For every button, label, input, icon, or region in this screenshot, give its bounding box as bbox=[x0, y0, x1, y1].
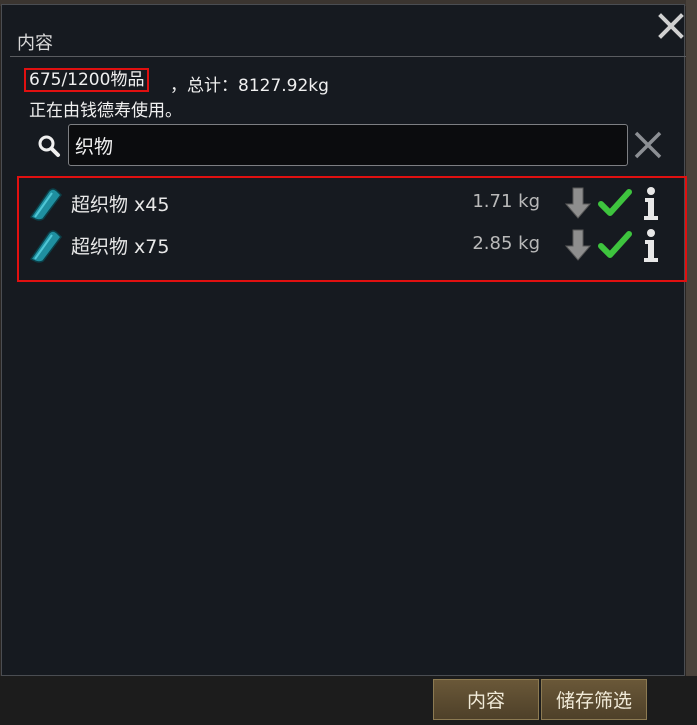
contents-window: 内容 675/1200物品 ，总计：8127.92kg 正在由钱德寿使用。 超织… bbox=[1, 4, 688, 676]
item-label: 超织物 x75 bbox=[71, 236, 170, 258]
item-weight: 1.71 kg bbox=[472, 191, 540, 212]
title-divider bbox=[10, 56, 686, 57]
check-icon[interactable] bbox=[598, 187, 632, 219]
drop-arrow-icon[interactable] bbox=[565, 186, 591, 220]
storage-filter-button[interactable]: 储存筛选 bbox=[541, 679, 647, 720]
window-tab-title: 内容 bbox=[17, 33, 53, 54]
contents-tab-button[interactable]: 内容 bbox=[433, 679, 539, 720]
usage-status: 正在由钱德寿使用。 bbox=[29, 101, 182, 121]
search-icon bbox=[38, 135, 60, 157]
background-right bbox=[686, 0, 697, 725]
search-input[interactable] bbox=[68, 124, 628, 166]
capacity-count: 675/1200物品 bbox=[24, 68, 150, 92]
item-list: 超织物 x45 1.71 kg 超织物 x75 2.85 kg bbox=[17, 176, 687, 282]
info-icon[interactable] bbox=[639, 228, 663, 264]
drop-arrow-icon[interactable] bbox=[565, 228, 591, 262]
item-weight: 2.85 kg bbox=[472, 233, 540, 254]
close-button[interactable] bbox=[654, 9, 688, 43]
check-icon[interactable] bbox=[598, 229, 632, 261]
total-weight: ，总计：8127.92kg bbox=[170, 76, 329, 96]
list-item[interactable]: 超织物 x45 1.71 kg bbox=[21, 183, 685, 223]
hyperweave-icon bbox=[29, 230, 62, 263]
list-item[interactable]: 超织物 x75 2.85 kg bbox=[21, 225, 685, 265]
item-label: 超织物 x45 bbox=[71, 194, 170, 216]
info-icon[interactable] bbox=[639, 186, 663, 222]
hyperweave-icon bbox=[29, 188, 62, 221]
clear-search-icon[interactable] bbox=[632, 129, 664, 161]
close-icon bbox=[658, 13, 684, 39]
